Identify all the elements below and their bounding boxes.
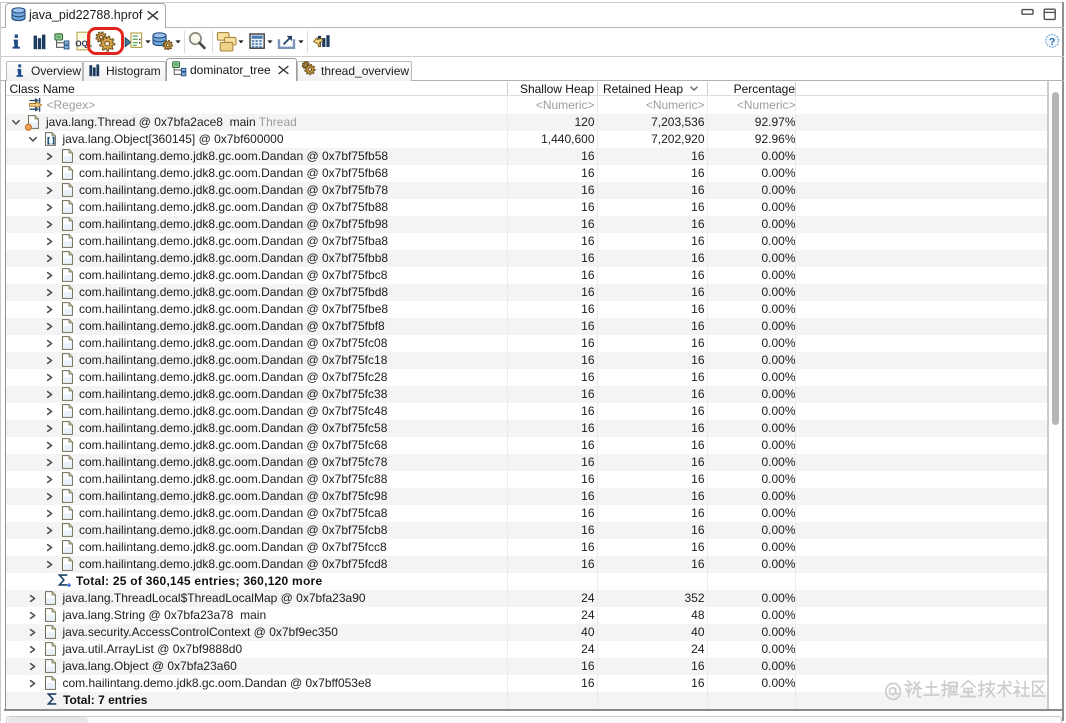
svg-text:?: ?	[1049, 36, 1055, 48]
